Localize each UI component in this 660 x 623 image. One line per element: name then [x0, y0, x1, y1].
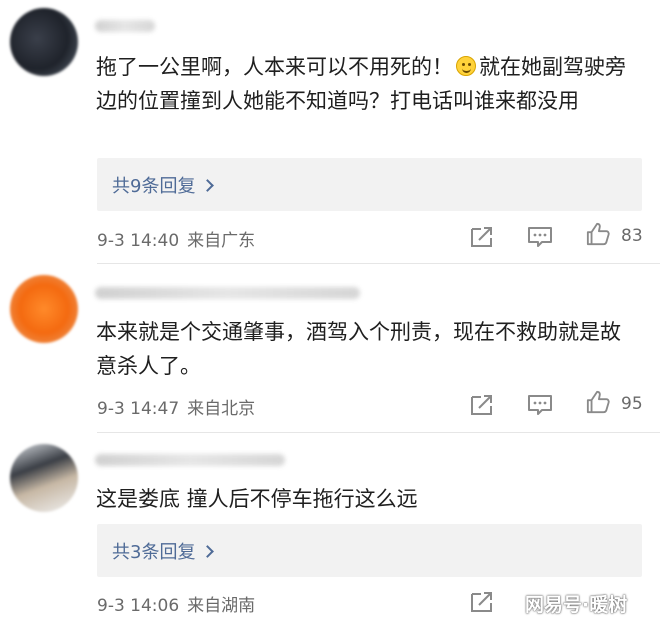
username-blurred[interactable]: [95, 20, 155, 32]
comment-item: 拖了一公里啊，人本来可以不用死的！ 就在她副驾驶旁边的位置撞到人她能不知道吗？打电…: [0, 0, 660, 262]
comment-date: 9-3 14:06: [97, 596, 180, 616]
share-icon[interactable]: [469, 225, 495, 249]
like-count: 95: [621, 394, 643, 414]
reply-comment-icon[interactable]: [527, 225, 553, 249]
comment-text: 拖了一公里啊，人本来可以不用死的！ 就在她副驾驶旁边的位置撞到人她能不知道吗？打电…: [96, 50, 641, 118]
comment-text: 本来就是个交通肇事，酒驾入个刑责，现在不救助就是故意杀人了。: [96, 320, 621, 378]
like-count: 83: [621, 226, 643, 246]
reply-box: 共3条回复: [97, 524, 642, 577]
comment-date: 9-3 14:40: [97, 231, 180, 251]
comment-meta: 9-3 14:47 来自北京: [97, 394, 255, 419]
avatar[interactable]: [10, 8, 78, 76]
username-blurred[interactable]: [95, 454, 285, 466]
reply-comment-icon[interactable]: [527, 393, 553, 417]
comment-location: 来自广东: [187, 231, 256, 251]
comment-meta: 9-3 14:06 来自湖南: [97, 591, 255, 616]
avatar[interactable]: [10, 275, 78, 343]
comment-text-part: 拖了一公里啊，人本来可以不用死的！: [96, 55, 453, 79]
reply-box: 共9条回复: [97, 158, 642, 211]
chevron-right-icon: [201, 545, 215, 558]
share-icon[interactable]: [469, 590, 495, 614]
comment-meta: 9-3 14:40 来自广东: [97, 226, 255, 251]
like-icon[interactable]: [585, 222, 611, 246]
comment-text: 这是娄底 撞人后不停车拖行这么远: [96, 487, 418, 511]
smile-emoji-icon: [456, 56, 476, 76]
view-replies-link[interactable]: 共3条回复: [112, 538, 215, 564]
comment-date: 9-3 14:47: [97, 399, 180, 419]
comment-location: 来自湖南: [187, 596, 256, 616]
watermark: 网易号·暖树: [525, 594, 628, 616]
reply-count-label: 共3条回复: [112, 542, 196, 563]
comment-location: 来自北京: [187, 399, 256, 419]
comment-item: 本来就是个交通肇事，酒驾入个刑责，现在不救助就是故意杀人了。 9-3 14:47…: [0, 263, 660, 433]
like-icon[interactable]: [585, 390, 611, 414]
view-replies-link[interactable]: 共9条回复: [112, 172, 215, 198]
share-icon[interactable]: [469, 393, 495, 417]
reply-count-label: 共9条回复: [112, 176, 196, 197]
chevron-right-icon: [201, 179, 215, 192]
username-blurred[interactable]: [95, 287, 360, 299]
avatar[interactable]: [10, 444, 78, 512]
